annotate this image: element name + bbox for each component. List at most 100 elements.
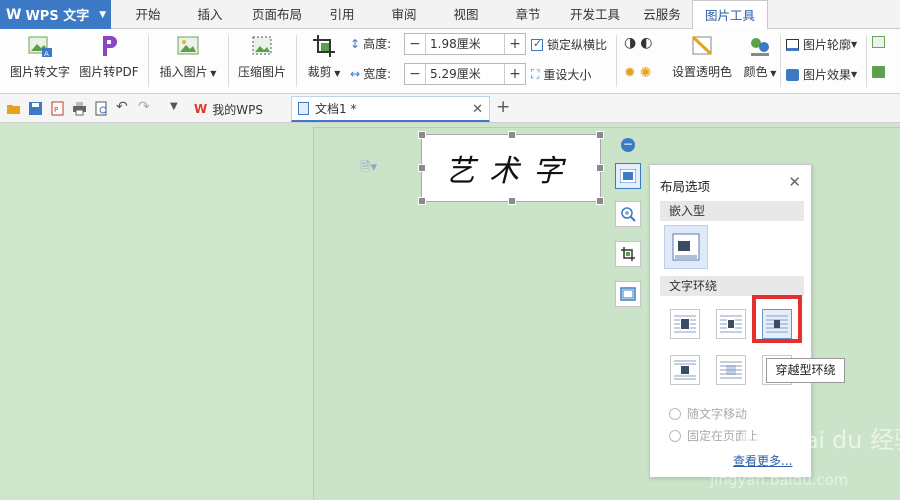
menu-page-layout[interactable]: 页面布局 bbox=[244, 0, 310, 29]
contrast-buttons[interactable]: ◑ ◐ bbox=[624, 35, 652, 51]
reset-size-icon: ⛶ bbox=[531, 67, 540, 81]
close-icon[interactable]: ✕ bbox=[788, 173, 801, 191]
ribbon-separator bbox=[228, 35, 229, 87]
resize-handle[interactable] bbox=[508, 131, 516, 139]
menu-insert[interactable]: 插入 bbox=[186, 0, 234, 29]
width-spinner[interactable]: − 5.29厘米 + bbox=[404, 63, 526, 85]
image-effect-button[interactable]: 图片效果 ▼ bbox=[786, 66, 857, 83]
frame-icon bbox=[620, 287, 636, 301]
customize-toolbar-icon[interactable]: ▼ bbox=[170, 101, 178, 112]
reset-image-icon bbox=[872, 66, 885, 78]
resize-handle[interactable] bbox=[418, 164, 426, 172]
resize-handle[interactable] bbox=[508, 197, 516, 205]
crop-icon bbox=[621, 247, 635, 261]
resize-handle[interactable] bbox=[418, 197, 426, 205]
menu-dev-tools[interactable]: 开发工具 bbox=[562, 0, 628, 29]
menu-bar: W WPS 文字 ▼ 开始 插入 页面布局 引用 审阅 视图 章节 开发工具 云… bbox=[0, 0, 900, 30]
height-increase-button[interactable]: + bbox=[505, 36, 525, 52]
chevron-down-icon: ▼ bbox=[99, 9, 107, 20]
brightness-buttons[interactable]: ✹ ✺ bbox=[624, 65, 651, 81]
img-to-pdf-button[interactable]: 图片转PDF bbox=[78, 33, 140, 80]
square-wrap-icon bbox=[674, 315, 696, 333]
more-tool-button-2[interactable] bbox=[872, 66, 885, 78]
image-art-text: 艺术字 bbox=[445, 154, 577, 189]
close-icon[interactable]: ✕ bbox=[472, 102, 483, 117]
tab-my-wps[interactable]: W 我的WPS bbox=[188, 96, 290, 122]
export-pdf-icon[interactable]: P bbox=[50, 101, 65, 116]
insert-image-button[interactable]: 插入图片 ▼ bbox=[156, 33, 220, 80]
redo-icon[interactable]: ↷ bbox=[138, 99, 150, 115]
height-spinner[interactable]: − 1.98厘米 + bbox=[404, 33, 526, 55]
resize-handle[interactable] bbox=[596, 131, 604, 139]
fix-on-page-radio[interactable]: 固定在页面上 bbox=[669, 427, 759, 444]
height-icon: ↕ bbox=[350, 36, 361, 51]
width-decrease-button[interactable]: − bbox=[405, 66, 425, 82]
lock-ratio-checkbox[interactable]: 锁定纵横比 bbox=[531, 36, 607, 53]
image-frame-button[interactable] bbox=[615, 281, 641, 307]
wrap-square-option[interactable] bbox=[670, 309, 700, 339]
outline-icon bbox=[786, 38, 799, 51]
compress-image-button[interactable]: 压缩图片 bbox=[234, 33, 290, 80]
undo-icon[interactable]: ↶ bbox=[116, 99, 128, 115]
zoom-image-button[interactable] bbox=[615, 201, 641, 227]
menu-home[interactable]: 开始 bbox=[124, 0, 172, 29]
width-increase-button[interactable]: + bbox=[505, 66, 525, 82]
menu-references[interactable]: 引用 bbox=[318, 0, 366, 29]
move-with-text-radio[interactable]: 随文字移动 bbox=[669, 405, 747, 422]
wrap-top-bottom-option[interactable] bbox=[670, 355, 700, 385]
collapse-icon[interactable]: − bbox=[621, 138, 635, 152]
height-decrease-button[interactable]: − bbox=[405, 36, 425, 52]
contrast-icon: ◑ bbox=[624, 35, 637, 51]
menu-chapter[interactable]: 章节 bbox=[504, 0, 552, 29]
save-icon[interactable] bbox=[28, 101, 43, 116]
resize-handle[interactable] bbox=[418, 131, 426, 139]
wrap-through-tooltip: 穿越型环绕 bbox=[766, 358, 845, 383]
ribbon-separator bbox=[780, 35, 781, 87]
wps-home-icon: W bbox=[194, 102, 208, 116]
resize-handle[interactable] bbox=[596, 164, 604, 172]
img-to-text-button[interactable]: A 图片转文字 bbox=[6, 33, 74, 80]
print-icon[interactable] bbox=[72, 101, 87, 116]
crop-button[interactable]: 裁剪 ▼ bbox=[304, 33, 344, 80]
menu-cloud[interactable]: 云服务 bbox=[636, 0, 688, 29]
zoom-icon bbox=[621, 207, 636, 222]
ribbon-separator bbox=[866, 35, 867, 87]
height-input[interactable]: 1.98厘米 bbox=[425, 34, 505, 54]
compress-icon bbox=[252, 36, 272, 55]
see-more-link[interactable]: 查看更多... bbox=[733, 452, 792, 469]
layout-options-button[interactable] bbox=[615, 163, 641, 189]
print-preview-icon[interactable] bbox=[94, 101, 109, 116]
paragraph-marker-icon[interactable]: 🗎▾ bbox=[360, 158, 377, 180]
brightness-icon: ✹ bbox=[624, 65, 636, 81]
radio-icon bbox=[669, 429, 681, 442]
menu-review[interactable]: 审阅 bbox=[380, 0, 428, 29]
open-folder-icon[interactable] bbox=[6, 101, 21, 116]
image-outline-button[interactable]: 图片轮廓 ▼ bbox=[786, 36, 857, 53]
menu-image-tools[interactable]: 图片工具 bbox=[692, 0, 768, 30]
resize-handle[interactable] bbox=[596, 197, 604, 205]
wrap-inline-option[interactable] bbox=[664, 225, 708, 269]
tab-doc1[interactable]: 文档1 * ✕ bbox=[291, 96, 490, 122]
color-icon bbox=[751, 38, 769, 56]
color-button[interactable]: 颜色 ▼ bbox=[740, 33, 780, 80]
menu-view[interactable]: 视图 bbox=[442, 0, 490, 29]
wrap-tight-option[interactable] bbox=[716, 309, 746, 339]
width-input[interactable]: 5.29厘米 bbox=[425, 64, 505, 84]
insert-image-icon bbox=[177, 36, 199, 55]
inline-section-header: 嵌入型 bbox=[660, 201, 804, 221]
svg-text:P: P bbox=[54, 106, 58, 114]
wrap-behind-text-option[interactable] bbox=[716, 355, 746, 385]
behind-text-icon bbox=[720, 361, 742, 379]
width-icon: ↔ bbox=[350, 66, 361, 81]
app-menu-button[interactable]: W WPS 文字 ▼ bbox=[0, 0, 111, 29]
reset-size-button[interactable]: ⛶ 重设大小 bbox=[531, 66, 591, 83]
more-tool-button-1[interactable] bbox=[872, 36, 885, 48]
set-transparent-button[interactable]: 设置透明色 bbox=[670, 33, 734, 80]
width-label-group: ↔ 宽度: bbox=[350, 66, 392, 82]
new-tab-icon[interactable]: + bbox=[496, 97, 510, 117]
tight-wrap-icon bbox=[720, 315, 742, 333]
ribbon: A 图片转文字 图片转PDF 插入图片 ▼ 压缩图片 裁剪 ▼ ↕ 高度: − … bbox=[0, 29, 900, 94]
crop-image-button[interactable] bbox=[615, 241, 641, 267]
selected-image[interactable]: 艺术字 bbox=[418, 131, 604, 205]
crop-icon bbox=[313, 35, 335, 57]
